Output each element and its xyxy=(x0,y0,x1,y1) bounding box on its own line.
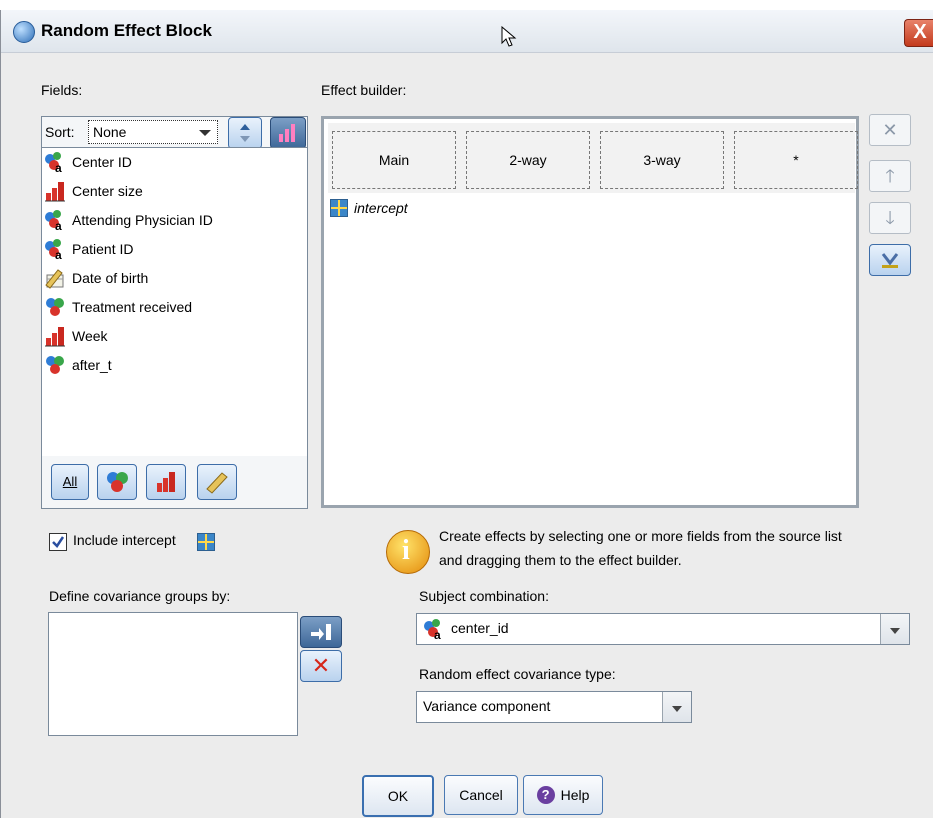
subject-combination-value: center_id xyxy=(451,620,509,636)
sort-label: Sort: xyxy=(45,124,75,140)
list-item[interactable]: Week xyxy=(44,324,108,348)
covariance-groups-list[interactable] xyxy=(48,612,298,736)
effect-builder-label: Effect builder: xyxy=(321,82,407,98)
field-label: Attending Physician ID xyxy=(72,212,213,228)
sort-value: None xyxy=(93,124,127,140)
filter-all-button[interactable]: All xyxy=(51,464,89,500)
field-filter-toolbar: All xyxy=(41,456,308,509)
svg-text:a: a xyxy=(434,628,441,640)
list-item[interactable]: a Center ID xyxy=(44,150,132,175)
field-label: Week xyxy=(72,328,108,344)
nominal-string-icon: a xyxy=(44,151,66,175)
info-icon: i xyxy=(386,530,430,574)
move-up-button[interactable]: 🡑 xyxy=(869,160,911,192)
field-label: Center size xyxy=(72,183,143,199)
date-scale-icon xyxy=(44,267,66,289)
subject-combination-label: Subject combination: xyxy=(419,588,549,604)
effect-builder-area[interactable]: Main 2-way 3-way * intercept xyxy=(321,116,859,508)
mouse-cursor-icon xyxy=(501,26,517,47)
nominal-string-icon: a xyxy=(423,618,445,642)
effect-column-star[interactable]: * xyxy=(734,131,858,189)
move-to-list-icon xyxy=(311,624,331,640)
sort-toolbar: Sort: None xyxy=(41,116,308,150)
scale-ruler-icon xyxy=(206,472,228,494)
sort-arrows-icon xyxy=(240,124,250,142)
sort-options-button[interactable] xyxy=(270,117,306,149)
window-title: Random Effect Block xyxy=(41,21,212,40)
filter-categorical-button[interactable] xyxy=(97,464,137,500)
effect-label: intercept xyxy=(354,200,408,216)
filter-scale-button[interactable] xyxy=(197,464,237,500)
help-button[interactable]: ? Help xyxy=(523,775,603,815)
nominal-icon xyxy=(44,354,66,376)
list-item[interactable]: after_t xyxy=(44,353,112,377)
chevron-down-icon xyxy=(199,130,211,136)
chevron-down-icon[interactable] xyxy=(662,692,691,722)
field-sort-icon xyxy=(279,124,295,142)
covariance-type-value: Variance component xyxy=(423,698,551,714)
fields-label: Fields: xyxy=(41,82,83,98)
info-text-line2: and dragging them to the effect builder. xyxy=(439,552,682,568)
list-item[interactable]: Treatment received xyxy=(44,295,192,319)
delete-effect-button[interactable]: ✕ xyxy=(869,114,911,146)
list-item[interactable]: a Patient ID xyxy=(44,237,134,262)
include-intercept-label: Include intercept xyxy=(73,532,176,548)
nominal-icon xyxy=(44,296,66,318)
list-item[interactable]: Center size xyxy=(44,179,143,203)
sort-select[interactable]: None xyxy=(88,120,218,144)
subject-combination-select[interactable]: a center_id xyxy=(416,613,910,645)
custom-effect-button[interactable] xyxy=(869,244,911,276)
close-button[interactable]: X xyxy=(904,19,933,47)
sort-order-button[interactable] xyxy=(228,117,262,149)
field-label: Center ID xyxy=(72,154,132,170)
ordinal-icon xyxy=(44,180,66,202)
check-icon xyxy=(52,536,65,548)
ok-button[interactable]: OK xyxy=(362,775,434,817)
effect-column-main[interactable]: Main xyxy=(332,131,456,189)
help-label: Help xyxy=(560,787,590,803)
covariance-type-select[interactable]: Variance component xyxy=(416,691,692,723)
svg-text:a: a xyxy=(55,219,62,231)
ordinal-icon xyxy=(44,325,66,347)
effect-builder-header: Main 2-way 3-way * xyxy=(328,123,858,193)
title-bar: Random Effect Block X xyxy=(1,10,933,53)
nominal-string-icon: a xyxy=(44,209,66,233)
effect-item[interactable]: intercept xyxy=(330,199,408,217)
filter-ordinal-button[interactable] xyxy=(146,464,186,500)
ordinal-icon xyxy=(157,472,175,492)
close-icon: ✕ xyxy=(882,120,898,140)
covariance-type-label: Random effect covariance type: xyxy=(419,666,616,682)
custom-term-icon xyxy=(881,253,899,268)
close-icon: ✕ xyxy=(311,653,331,678)
move-down-button[interactable]: 🡓 xyxy=(869,202,911,234)
chevron-down-icon[interactable] xyxy=(880,614,909,644)
field-label: Patient ID xyxy=(72,241,134,257)
intercept-icon xyxy=(330,199,348,217)
list-item[interactable]: a Attending Physician ID xyxy=(44,208,213,233)
field-label: Date of birth xyxy=(72,270,149,286)
random-effect-block-dialog: Random Effect Block X Fields: Sort: None… xyxy=(0,10,933,818)
covariance-groups-label: Define covariance groups by: xyxy=(49,588,231,604)
remove-covariance-group-button[interactable]: ✕ xyxy=(300,650,342,682)
field-label: after_t xyxy=(72,357,112,373)
info-text-line1: Create effects by selecting one or more … xyxy=(439,528,842,544)
field-label: Treatment received xyxy=(72,299,193,315)
nominal-string-icon: a xyxy=(44,238,66,262)
app-icon xyxy=(13,21,35,43)
effect-column-3-way[interactable]: 3-way xyxy=(600,131,724,189)
fields-list[interactable]: a Center ID Center size a Attending Phys… xyxy=(41,147,308,457)
include-intercept-checkbox[interactable] xyxy=(49,533,67,551)
svg-text:a: a xyxy=(55,248,62,260)
help-icon: ? xyxy=(536,786,555,804)
arrow-down-icon: 🡓 xyxy=(885,208,895,228)
nominal-icon xyxy=(107,472,128,492)
arrow-up-icon: 🡑 xyxy=(885,166,895,186)
intercept-icon xyxy=(197,533,215,551)
effect-column-2-way[interactable]: 2-way xyxy=(466,131,590,189)
add-covariance-group-button[interactable] xyxy=(300,616,342,648)
list-item[interactable]: Date of birth xyxy=(44,266,148,290)
svg-text:a: a xyxy=(55,161,62,173)
cancel-button[interactable]: Cancel xyxy=(444,775,518,815)
